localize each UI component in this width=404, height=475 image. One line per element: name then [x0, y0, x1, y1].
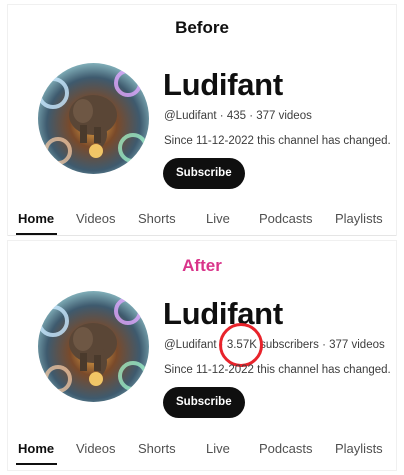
channel-description[interactable]: Since 11-12-2022 this channel has change…: [164, 135, 391, 147]
highlight-circle: [219, 323, 263, 367]
tab-live[interactable]: Live: [206, 441, 230, 456]
tab-podcasts[interactable]: Podcasts: [259, 441, 312, 456]
tab-shorts[interactable]: Shorts: [138, 211, 176, 226]
after-panel: After Ludifant @Ludifant · 3.57K subscri…: [7, 240, 397, 471]
channel-avatar[interactable]: [38, 63, 149, 174]
channel-name: Ludifant: [163, 296, 283, 331]
after-label: After: [182, 256, 222, 275]
tab-podcasts[interactable]: Podcasts: [259, 211, 312, 226]
tabs-divider: [8, 235, 396, 236]
tab-home[interactable]: Home: [18, 441, 54, 456]
tab-shorts[interactable]: Shorts: [138, 441, 176, 456]
channel-avatar[interactable]: [38, 291, 149, 402]
tab-playlists[interactable]: Playlists: [335, 211, 383, 226]
before-label: Before: [175, 18, 229, 37]
tab-playlists[interactable]: Playlists: [335, 441, 383, 456]
channel-meta: @Ludifant · 3.57K subscribers · 377 vide…: [164, 339, 385, 351]
tab-videos[interactable]: Videos: [76, 211, 116, 226]
before-panel: Before Ludifant @Ludifant · 435 · 377 vi…: [7, 4, 397, 236]
subscribe-button[interactable]: Subscribe: [163, 158, 245, 189]
channel-name: Ludifant: [163, 67, 283, 102]
channel-description[interactable]: Since 11-12-2022 this channel has change…: [164, 364, 391, 376]
active-tab-indicator: [16, 463, 57, 465]
channel-handle: @Ludifant ·: [164, 339, 224, 351]
tab-home[interactable]: Home: [18, 211, 54, 226]
tab-live[interactable]: Live: [206, 211, 230, 226]
meta-rest: subscribers · 377 videos: [260, 339, 385, 351]
tab-videos[interactable]: Videos: [76, 441, 116, 456]
channel-meta: @Ludifant · 435 · 377 videos: [164, 110, 312, 122]
subscribe-button[interactable]: Subscribe: [163, 387, 245, 418]
